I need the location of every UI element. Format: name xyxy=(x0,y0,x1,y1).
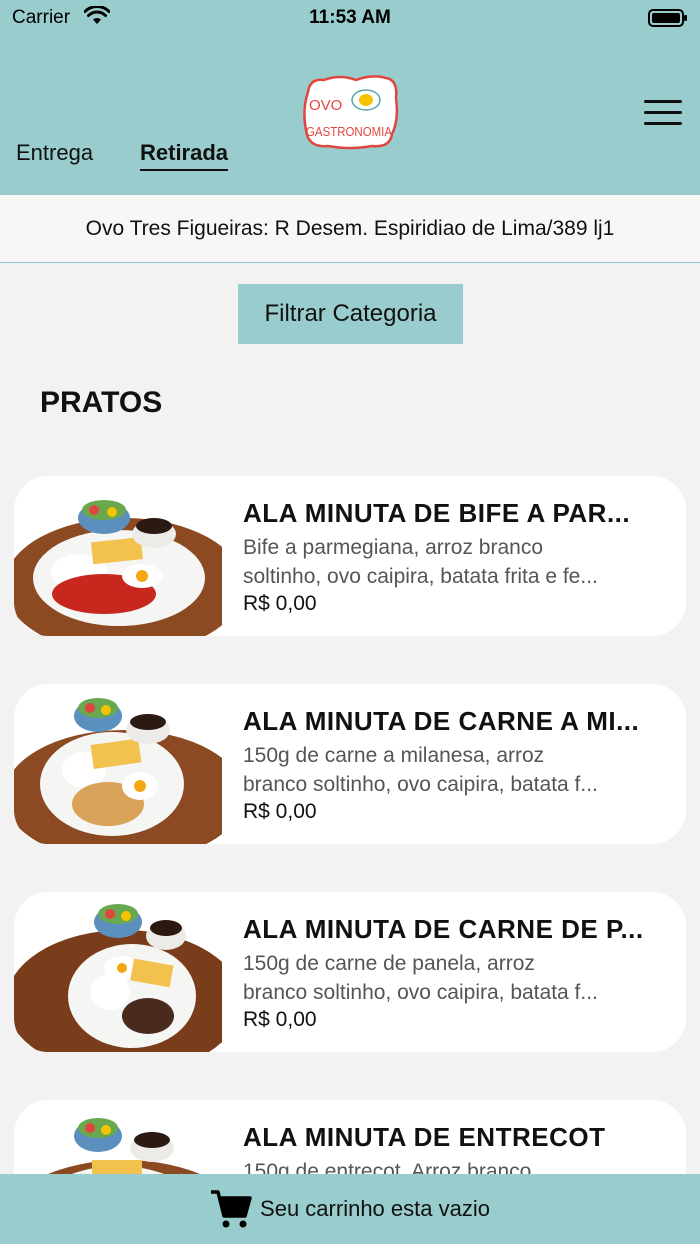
dish-image xyxy=(14,904,222,1052)
product-info: ALA MINUTA DE BIFE A PAR... Bife a parme… xyxy=(243,498,663,616)
product-info: ALA MINUTA DE CARNE DE P... 150g de carn… xyxy=(243,914,663,1032)
description-line: 150g de carne de panela, arroz xyxy=(243,952,535,975)
logo-text-ovo: OVO xyxy=(309,97,342,114)
logo-text-gastronomia: GASTRONOMIA xyxy=(306,125,393,139)
active-tab-underline xyxy=(140,169,229,171)
tab-retirada-label: Retirada xyxy=(140,140,229,165)
product-title: ALA MINUTA DE ENTRECOT xyxy=(243,1122,606,1152)
store-address: Ovo Tres Figueiras: R Desem. Espiridiao … xyxy=(85,216,615,240)
cart-icon xyxy=(211,1190,252,1228)
product-card[interactable]: ALA MINUTA DE BIFE A PAR... Bife a parme… xyxy=(14,476,686,636)
product-title: ALA MINUTA DE CARNE DE P... xyxy=(243,914,644,944)
hamburger-menu-icon[interactable] xyxy=(644,100,682,128)
description-line: 150g de carne a milanesa, arroz xyxy=(243,744,545,767)
dish-image xyxy=(14,500,222,636)
cart-status-label: Seu carrinho esta vazio xyxy=(260,1196,490,1221)
product-title: ALA MINUTA DE BIFE A PAR... xyxy=(243,498,631,528)
filter-category-label: Filtrar Categoria xyxy=(264,300,437,327)
product-price: R$ 0,00 xyxy=(243,592,317,615)
description-line: Bife a parmegiana, arroz branco xyxy=(243,536,543,559)
product-info: ALA MINUTA DE CARNE A MI... 150g de carn… xyxy=(243,706,663,824)
product-price: R$ 0,00 xyxy=(243,800,317,823)
tab-retirada[interactable]: Retirada xyxy=(140,140,229,171)
battery-icon xyxy=(648,9,687,27)
product-card[interactable]: ALA MINUTA DE CARNE A MI... 150g de carn… xyxy=(14,684,686,844)
product-title: ALA MINUTA DE CARNE A MI... xyxy=(243,706,640,736)
tab-entrega-label: Entrega xyxy=(16,140,94,165)
product-price: R$ 0,00 xyxy=(243,1008,317,1031)
store-address-bar[interactable]: Ovo Tres Figueiras: R Desem. Espiridiao … xyxy=(0,195,700,263)
section-title: PRATOS xyxy=(40,386,163,419)
status-time: 11:53 AM xyxy=(309,7,391,28)
product-description: 150g de carne de panela, arroz branco so… xyxy=(243,949,663,1007)
description-line: soltinho, ovo caipira, batata frita e fe… xyxy=(243,565,598,588)
product-description: Bife a parmegiana, arroz branco soltinho… xyxy=(243,533,663,591)
product-card[interactable]: ALA MINUTA DE CARNE DE P... 150g de carn… xyxy=(14,892,686,1052)
cart-bar[interactable]: Seu carrinho esta vazio xyxy=(0,1174,700,1244)
dish-image xyxy=(14,698,222,844)
product-description: 150g de carne a milanesa, arroz branco s… xyxy=(243,741,663,799)
status-bar: Carrier 11:53 AM xyxy=(0,0,700,36)
app-header: Carrier 11:53 AM Entrega Retirada OVO GA… xyxy=(0,0,700,195)
description-line: branco soltinho, ovo caipira, batata f..… xyxy=(243,773,598,796)
ovo-gastronomia-logo: OVO GASTRONOMIA xyxy=(303,75,399,150)
filter-category-button[interactable]: Filtrar Categoria xyxy=(238,284,463,344)
tab-entrega[interactable]: Entrega xyxy=(16,140,93,166)
description-line: branco soltinho, ovo caipira, batata f..… xyxy=(243,981,598,1004)
